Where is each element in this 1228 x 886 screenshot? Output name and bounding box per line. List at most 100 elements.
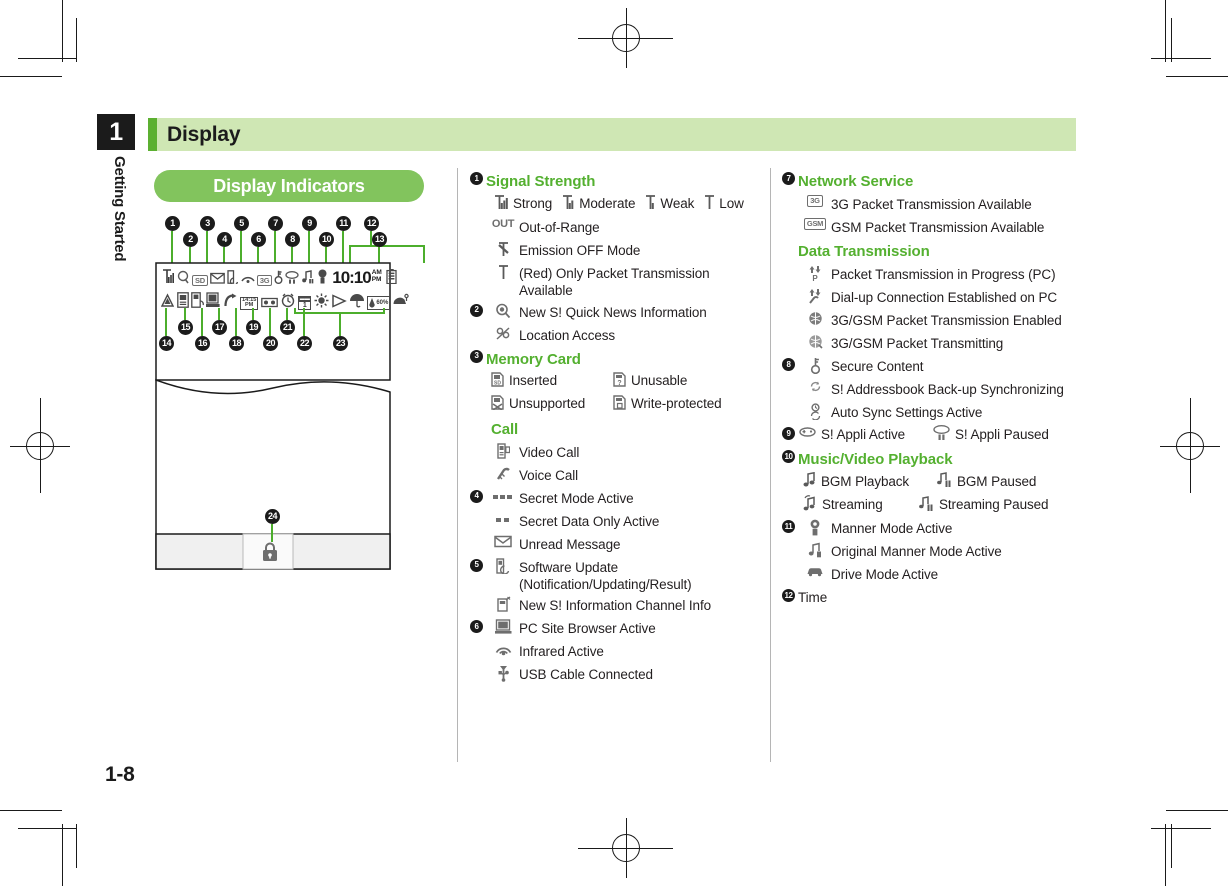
list-item: SD Inserted ? Unusable bbox=[470, 371, 770, 393]
crop-mark-bottom-right-h bbox=[1166, 810, 1228, 811]
item-label: New S! Information Channel Info bbox=[519, 598, 712, 614]
callout-6: 6 bbox=[251, 232, 266, 247]
software-update-label: Software Update (Notification/Updating/R… bbox=[519, 559, 692, 592]
list-item: Location Access bbox=[470, 325, 770, 346]
humidity-icon: 60% bbox=[367, 296, 391, 310]
list-item: 5 Software Update (Notification/Updating… bbox=[470, 557, 770, 594]
callout-15: 15 bbox=[178, 320, 193, 335]
crop-mark-bottom-left-inner-h bbox=[18, 828, 76, 829]
voice-call-icon bbox=[496, 466, 511, 483]
item-label: Secret Data Only Active bbox=[519, 513, 660, 529]
signal-weak-icon bbox=[644, 194, 656, 212]
s-appli-paused-label: S! Appli Paused bbox=[955, 426, 1049, 442]
crop-mark-top-right-h bbox=[1166, 76, 1228, 77]
callout-14: 14 bbox=[159, 336, 174, 351]
callout-10: 10 bbox=[319, 232, 334, 247]
callout-21: 21 bbox=[280, 320, 295, 335]
wind-direction-icon bbox=[331, 294, 348, 310]
manner-mode-icon bbox=[808, 519, 822, 538]
crop-mark-top-right-inner-h bbox=[1151, 58, 1211, 59]
streaming-paused-label: Streaming Paused bbox=[939, 497, 1049, 512]
callout-20: 20 bbox=[263, 336, 278, 351]
item-number: 2 bbox=[470, 303, 483, 317]
list-item: Infrared Active bbox=[470, 641, 770, 662]
list-item: GSM GSM Packet Transmission Available bbox=[782, 217, 1082, 238]
heading-accent-bar bbox=[148, 118, 157, 151]
callout-9: 9 bbox=[302, 216, 317, 231]
streaming-paused-icon bbox=[919, 495, 934, 514]
packet-progress-pc-icon: P bbox=[808, 265, 822, 284]
chapter-title-vertical: Getting Started bbox=[97, 150, 135, 280]
list-item: Video Call bbox=[470, 442, 770, 463]
section-title-pill: Display Indicators bbox=[154, 170, 424, 202]
unread-message-icon bbox=[209, 272, 225, 286]
usb-cable-icon bbox=[497, 665, 510, 684]
list-item: S! Addressbook Back-up Synchronizing bbox=[782, 379, 1082, 400]
item-label: Emission OFF Mode bbox=[519, 243, 641, 258]
crop-mark-top-left-inner-v bbox=[76, 18, 77, 62]
quick-news-icon bbox=[495, 303, 511, 320]
crop-mark-bottom-left-h bbox=[0, 810, 62, 811]
secure-content-icon bbox=[810, 357, 821, 376]
list-item: Data Transmission bbox=[782, 240, 1082, 263]
item-number: 8 bbox=[782, 358, 795, 371]
battery-icon bbox=[386, 269, 397, 286]
item-label: Location Access bbox=[519, 327, 616, 343]
video-call-icon bbox=[496, 442, 510, 461]
crop-mark-bottom-left-inner-v bbox=[76, 824, 77, 868]
item-label: 3G/GSM Packet Transmission Enabled bbox=[831, 313, 1062, 328]
pc-site-browser-icon bbox=[494, 619, 512, 636]
screen-indicator-row-bottom: 14:15 PM ▬▬ 1 60% bbox=[160, 290, 410, 310]
callout-7: 7 bbox=[268, 216, 283, 231]
clock-pm: PM bbox=[371, 276, 382, 284]
registration-mark-top bbox=[578, 8, 673, 68]
screen-indicator-row-top: SD 3G 10:10 AM PM bbox=[161, 268, 397, 286]
list-item: 3G/GSM Packet Transmitting bbox=[782, 333, 1082, 354]
leader-23 bbox=[339, 312, 341, 336]
list-item: Unread Message bbox=[470, 534, 770, 555]
list-item: Secret Data Only Active bbox=[470, 511, 770, 532]
packet-only-icon bbox=[497, 264, 510, 282]
item-label: GSM Packet Transmission Available bbox=[831, 220, 1045, 235]
list-item: Voice Call bbox=[470, 465, 770, 486]
column-divider-right bbox=[770, 168, 771, 762]
memory-card-write-protected: Write-protected bbox=[613, 394, 722, 412]
item-number: 10 bbox=[782, 450, 795, 463]
signal-moderate-label: Moderate bbox=[579, 195, 636, 211]
signal-low-icon bbox=[703, 194, 715, 212]
column-divider-left bbox=[457, 168, 458, 762]
leader-19 bbox=[252, 308, 254, 320]
umbrella-rain-icon bbox=[349, 293, 365, 310]
signal-low-label: Low bbox=[719, 195, 744, 211]
callout-16: 16 bbox=[195, 336, 210, 351]
registration-mark-bottom bbox=[578, 818, 673, 878]
memory-card-unusable-icon: ? bbox=[613, 371, 626, 389]
packet-enabled-icon bbox=[808, 311, 823, 328]
chapter-number: 1 bbox=[109, 117, 123, 146]
memory-card-unusable-label: Unusable bbox=[631, 372, 688, 388]
item-label: Auto Sync Settings Active bbox=[831, 405, 983, 420]
signal-strong: Strong bbox=[493, 194, 552, 212]
callout-1: 1 bbox=[165, 216, 180, 231]
bgm-paused: BGM Paused bbox=[937, 472, 1036, 490]
item-label: Unread Message bbox=[519, 536, 621, 552]
leader-23-left bbox=[294, 308, 296, 314]
memory-card-unusable: ? Unusable bbox=[613, 371, 688, 389]
leader-12-bracket bbox=[349, 245, 425, 247]
leader-24 bbox=[271, 524, 273, 542]
crop-mark-top-left-h bbox=[0, 76, 62, 77]
list-item: Call bbox=[470, 418, 770, 441]
streaming: Streaming bbox=[803, 495, 907, 514]
leader-17 bbox=[218, 308, 220, 320]
crop-mark-top-left-inner-h bbox=[18, 58, 76, 59]
bgm-playback-icon bbox=[803, 471, 816, 490]
callout-11: 11 bbox=[336, 216, 351, 231]
phone-display-mockup: 1 2 3 4 5 6 7 8 9 10 11 12 13 SD 3G 10:1… bbox=[155, 216, 425, 570]
group-heading: Signal Strength bbox=[486, 173, 596, 190]
leader-3 bbox=[206, 231, 208, 263]
list-item: 7 Network Service bbox=[782, 170, 1082, 193]
item-label: 3G Packet Transmission Available bbox=[831, 197, 1032, 212]
s-appli-active-label: S! Appli Active bbox=[821, 426, 906, 442]
list-item: 11 Manner Mode Active bbox=[782, 518, 1082, 539]
crop-mark-bottom-right-v bbox=[1165, 824, 1166, 886]
